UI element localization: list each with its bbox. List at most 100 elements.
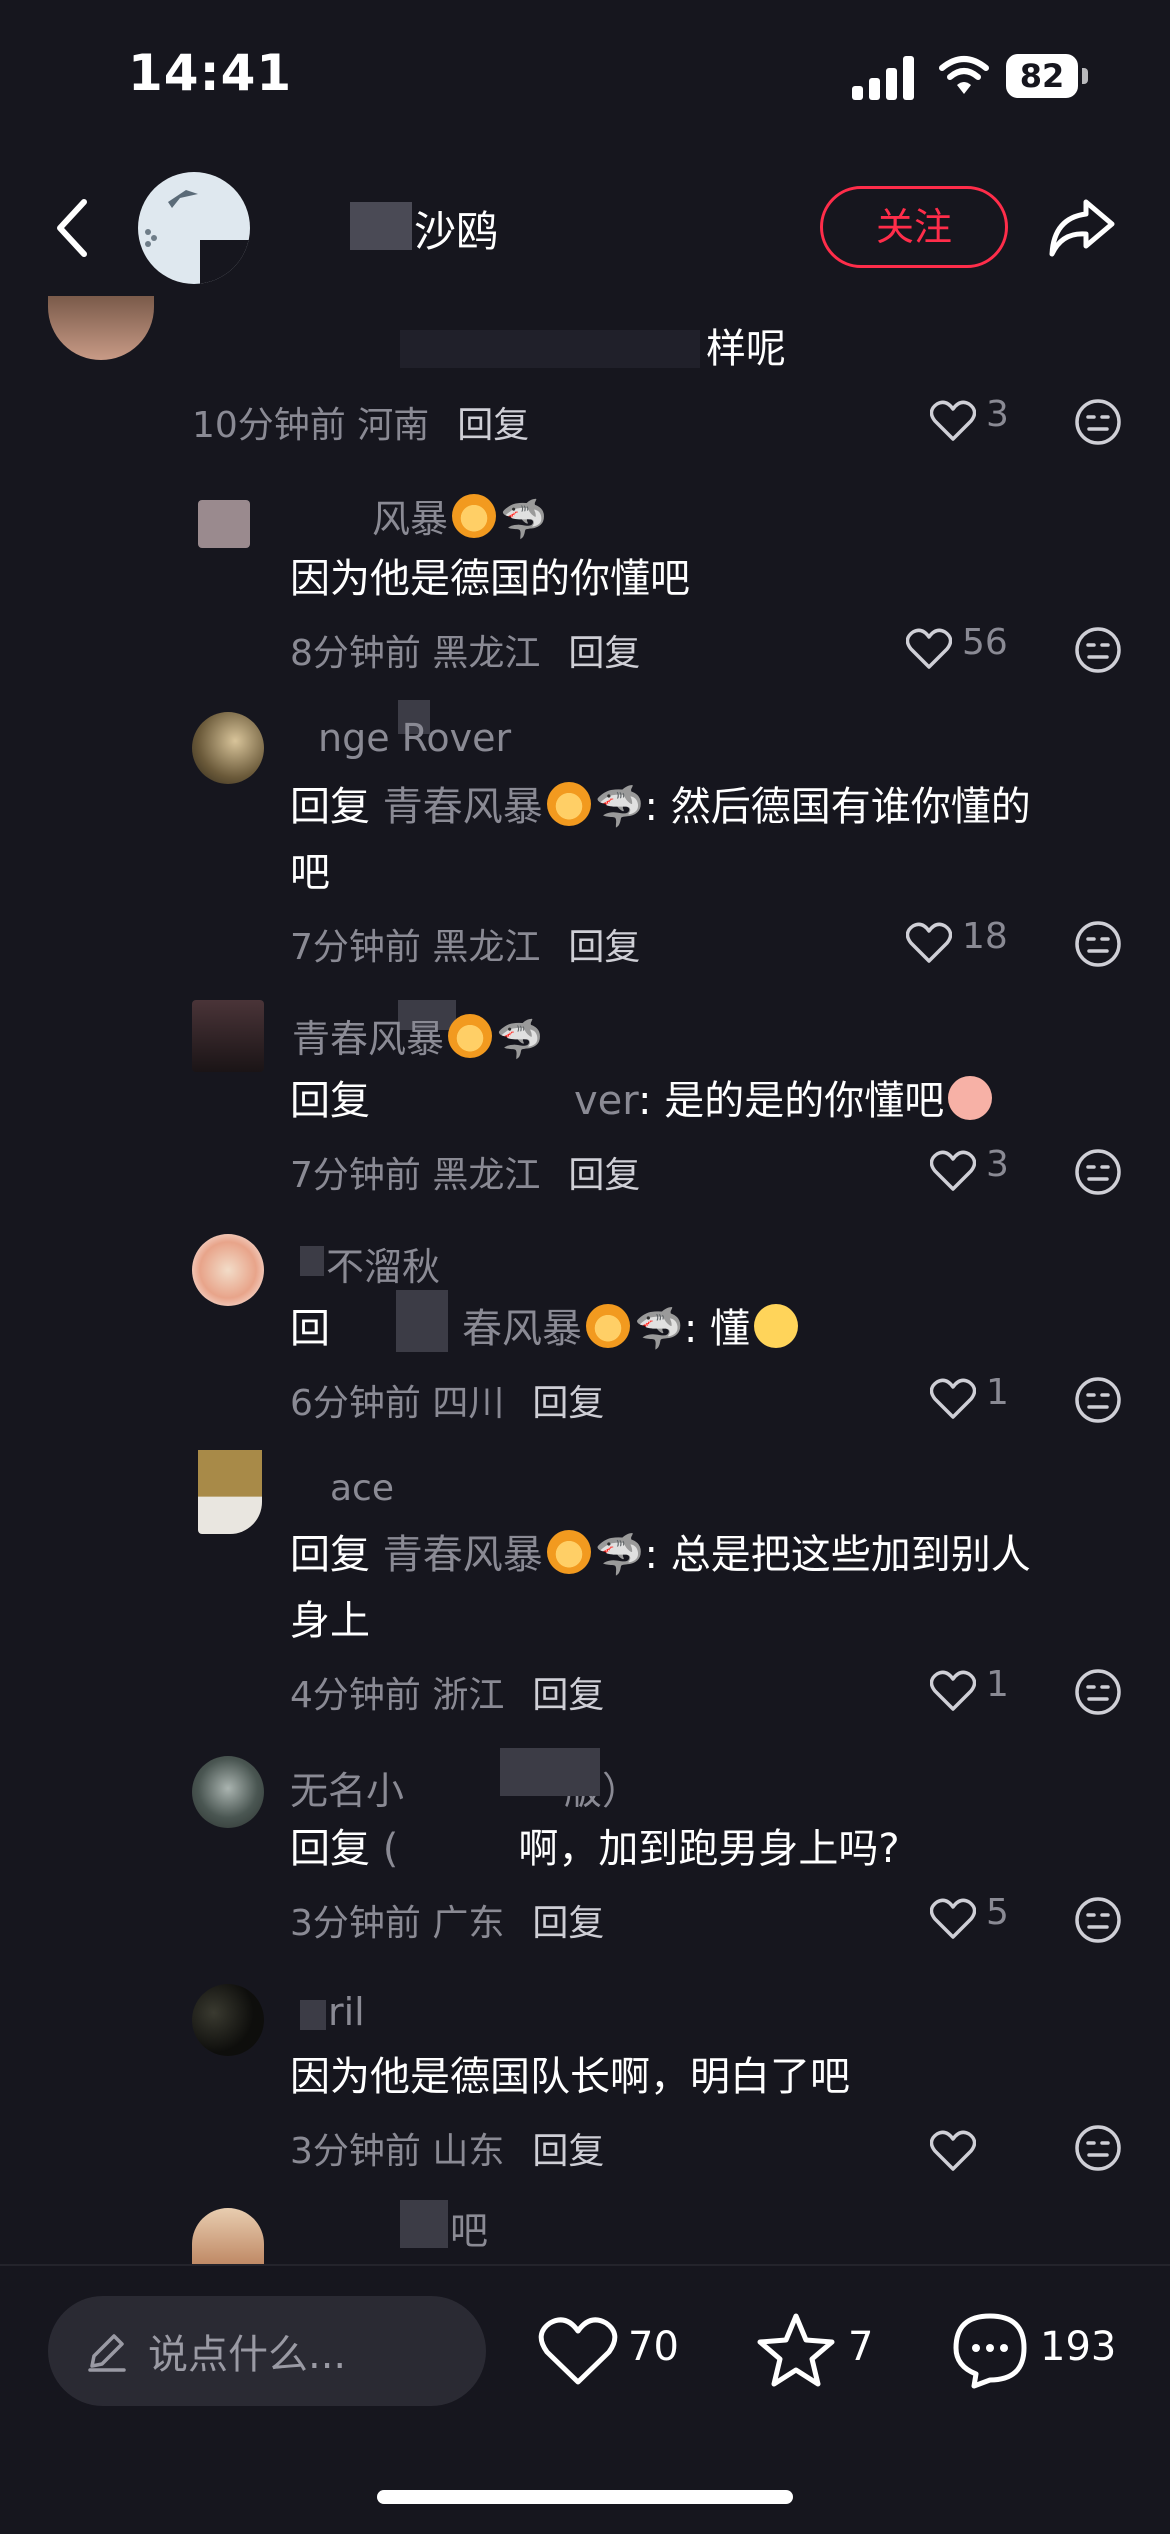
like-count: 1	[986, 1372, 1009, 1413]
shark-icon: 🦈	[634, 1306, 684, 1352]
comment-text: 回复 ver: 是的是的你懂吧	[290, 1068, 1170, 1134]
comment-username[interactable]: 不溜秋	[326, 1236, 440, 1291]
reply-button[interactable]: 回复	[532, 1903, 604, 1944]
back-icon	[57, 199, 87, 257]
comment-avatar[interactable]	[198, 500, 250, 548]
face-icon[interactable]	[1074, 1668, 1122, 1716]
like-count: 1	[986, 1664, 1009, 1705]
battery-indicator: 82	[1006, 54, 1088, 100]
crying-face-icon	[754, 1304, 799, 1348]
shark-icon: 🦈	[594, 784, 645, 830]
comment-meta: 3分钟前 广东 回复	[290, 1903, 605, 1944]
face-icon[interactable]	[1074, 398, 1122, 446]
follow-button[interactable]: 关注	[820, 186, 1008, 268]
lion-icon	[452, 494, 497, 538]
comment-icon	[953, 2313, 1027, 2389]
redaction	[500, 1748, 600, 1796]
face-icon[interactable]	[1074, 1376, 1122, 1424]
like-post-button[interactable]	[538, 2316, 618, 2392]
heart-icon	[930, 1378, 976, 1419]
redaction	[300, 1246, 324, 1276]
comment-text: 回复 青春风暴 🦈: 然后德国有谁你懂的吧	[290, 782, 1031, 896]
comment-meta: 10分钟前 河南 回复	[192, 405, 530, 446]
lion-icon	[546, 1530, 591, 1574]
comment-avatar[interactable]	[192, 712, 264, 784]
comment-avatar[interactable]	[192, 2208, 264, 2264]
comment-username[interactable]: ril	[328, 1990, 365, 2034]
lion-icon	[448, 1014, 493, 1058]
battery-level: 82	[1019, 57, 1065, 95]
comment-username[interactable]: 青春风暴 🦈	[292, 1008, 543, 1063]
comment-meta: 7分钟前 黑龙江 回复	[290, 927, 641, 968]
post-like-count: 70	[628, 2324, 679, 2370]
like-count: 5	[986, 1892, 1009, 1933]
comment-meta: 6分钟前 四川 回复	[290, 1383, 605, 1424]
like-button[interactable]: 3	[930, 1144, 1070, 1204]
lion-icon	[586, 1304, 630, 1348]
status-time: 14:41	[128, 44, 293, 102]
like-button[interactable]: 56	[906, 622, 1046, 682]
face-icon[interactable]	[1074, 626, 1122, 674]
comment-username[interactable]: ace	[330, 1468, 394, 1509]
share-button[interactable]	[1046, 196, 1118, 260]
reply-button[interactable]: 回复	[532, 1383, 604, 1424]
author-avatar[interactable]	[138, 172, 250, 284]
like-button[interactable]	[930, 2124, 1070, 2184]
comment-username[interactable]: 吧	[450, 2200, 488, 2255]
comment-username[interactable]: 风暴 🦈	[372, 488, 547, 543]
heart-icon	[930, 1670, 976, 1711]
heart-icon	[538, 2317, 618, 2385]
lion-icon	[546, 782, 591, 826]
comment-avatar[interactable]	[192, 1756, 264, 1828]
like-button[interactable]: 18	[906, 916, 1046, 976]
heart-icon	[906, 628, 952, 669]
like-button[interactable]: 1	[930, 1664, 1070, 1724]
signal-icon	[852, 56, 914, 100]
back-button[interactable]	[50, 196, 100, 260]
like-button[interactable]: 3	[930, 394, 1070, 454]
favorite-button[interactable]	[756, 2310, 836, 2394]
comment-meta: 8分钟前 黑龙江 回复	[290, 633, 641, 674]
comment-text: 回复 青春风暴 🦈: 总是把这些加到别人 身上	[290, 1530, 1031, 1644]
comment-avatar[interactable]	[192, 1234, 264, 1306]
like-button[interactable]: 1	[930, 1372, 1070, 1432]
comment-text: 样呢	[706, 326, 786, 372]
author-name[interactable]: 沙鸥	[414, 198, 498, 259]
face-icon[interactable]	[1074, 2124, 1122, 2172]
face-icon[interactable]	[1074, 1148, 1122, 1196]
comment-text: 回春风暴 🦈: 懂	[290, 1296, 1170, 1362]
reply-button[interactable]: 回复	[532, 1675, 604, 1716]
wifi-icon	[938, 54, 990, 98]
comment-avatar[interactable]	[198, 1450, 262, 1534]
heart-icon	[930, 1898, 976, 1939]
post-star-count: 7	[848, 2324, 874, 2370]
comment-meta: 7分钟前 黑龙江 回复	[290, 1155, 641, 1196]
shark-icon: 🦈	[496, 1017, 544, 1061]
like-count: 18	[962, 916, 1008, 957]
face-icon[interactable]	[1074, 920, 1122, 968]
heart-icon	[930, 1150, 976, 1191]
comment-avatar[interactable]	[192, 1000, 264, 1072]
post-comment-count: 193	[1040, 2324, 1117, 2370]
shark-icon: 🦈	[500, 497, 548, 541]
pencil-icon	[84, 2328, 130, 2374]
redaction	[300, 2000, 326, 2030]
comment-text: 回复 (啊，加到跑男身上吗?	[290, 1826, 900, 1872]
reply-button[interactable]: 回复	[568, 1155, 640, 1196]
reply-button[interactable]: 回复	[568, 633, 640, 674]
home-indicator[interactable]	[377, 2490, 793, 2504]
like-button[interactable]: 5	[930, 1892, 1070, 1952]
comment-username[interactable]: nge Rover	[318, 716, 511, 760]
comment-avatar[interactable]	[48, 296, 154, 360]
face-icon[interactable]	[1074, 1896, 1122, 1944]
reply-button[interactable]: 回复	[568, 927, 640, 968]
comments-button[interactable]	[952, 2310, 1028, 2394]
reply-button[interactable]: 回复	[457, 405, 529, 446]
peach-icon	[948, 1076, 993, 1120]
like-count: 3	[986, 394, 1009, 435]
like-count: 56	[962, 622, 1008, 663]
redaction	[400, 2200, 448, 2248]
comment-avatar[interactable]	[192, 1984, 264, 2056]
reply-button[interactable]: 回复	[532, 2131, 604, 2172]
comment-text: 因为他是德国的你懂吧	[290, 556, 690, 602]
